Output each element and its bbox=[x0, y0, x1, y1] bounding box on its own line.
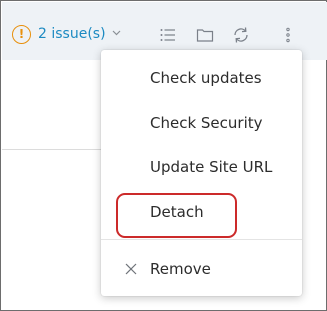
issues-label: 2 issue(s) bbox=[38, 26, 106, 42]
menu-item-label: Remove bbox=[150, 260, 211, 278]
more-vertical-icon[interactable] bbox=[279, 26, 297, 44]
close-icon bbox=[124, 262, 138, 276]
menu-separator bbox=[101, 239, 302, 240]
menu-item-remove[interactable]: Remove bbox=[101, 251, 302, 287]
menu-item-check-security[interactable]: Check Security bbox=[101, 105, 302, 141]
warning-icon: ! bbox=[12, 24, 31, 44]
menu-item-check-updates[interactable]: Check updates bbox=[101, 60, 302, 96]
chevron-down-icon bbox=[112, 29, 121, 39]
detach-highlight-annotation bbox=[116, 193, 237, 238]
issues-dropdown[interactable]: ! 2 issue(s) bbox=[12, 24, 121, 44]
content-divider bbox=[2, 149, 102, 150]
actions-menu: Check updates Check Security Update Site… bbox=[101, 50, 302, 296]
refresh-icon[interactable] bbox=[232, 26, 250, 44]
folder-icon[interactable] bbox=[196, 26, 214, 44]
menu-item-update-site-url[interactable]: Update Site URL bbox=[101, 149, 302, 185]
list-icon[interactable] bbox=[159, 26, 177, 44]
menu-item-label: Check Security bbox=[150, 114, 263, 132]
menu-item-label: Update Site URL bbox=[150, 158, 273, 176]
menu-item-label: Check updates bbox=[150, 69, 262, 87]
